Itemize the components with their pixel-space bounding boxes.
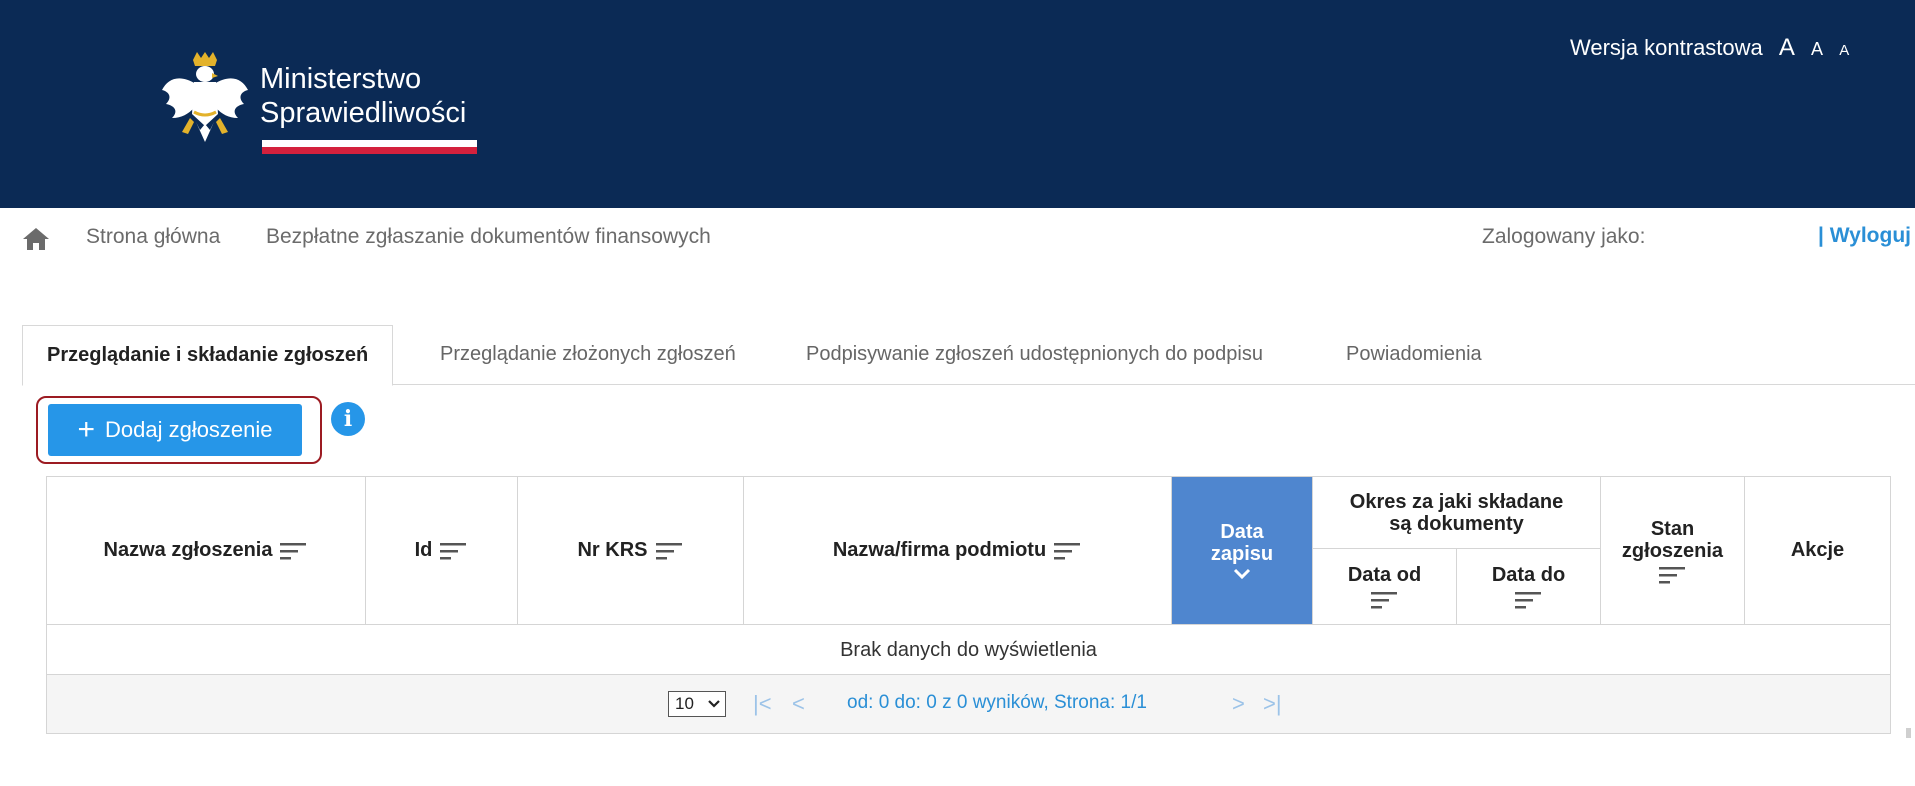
column-header-name[interactable]: Nazwa zgłoszenia	[47, 477, 366, 625]
column-header-save-date[interactable]: Data zapisu	[1172, 477, 1313, 625]
sort-icon[interactable]	[1370, 591, 1399, 609]
logo-line-ministerstwo: Ministerstwo	[260, 63, 422, 95]
chevron-down-icon	[708, 700, 720, 708]
tab-submitted[interactable]: Przeglądanie złożonych zgłoszeń	[416, 325, 760, 385]
column-header-state-line2: zgłoszenia	[1621, 539, 1724, 562]
column-header-date-to[interactable]: Data do	[1457, 549, 1601, 625]
polish-eagle-icon	[162, 52, 248, 142]
sort-icon[interactable]	[655, 542, 684, 560]
submissions-table: Nazwa zgłoszenia Id Nr KRS Nazwa/firma p…	[46, 476, 1891, 734]
first-page-icon[interactable]: |<	[753, 693, 772, 715]
logged-as-label: Zalogowany jako:	[1482, 225, 1646, 248]
font-size-small-button[interactable]: A	[1839, 42, 1849, 59]
column-header-save-date-line1: Data	[1220, 520, 1264, 543]
font-size-medium-button[interactable]: A	[1811, 39, 1823, 59]
logout-link[interactable]: | Wyloguj	[1818, 224, 1911, 248]
column-group-period-label: Okres za jaki składane są dokumenty	[1349, 490, 1564, 535]
empty-table-message: Brak danych do wyświetlenia	[47, 625, 1890, 675]
column-header-date-from-label: Data od	[1347, 564, 1422, 586]
add-submission-button[interactable]: + Dodaj zgłoszenie	[48, 404, 302, 456]
home-icon[interactable]	[22, 227, 50, 251]
column-header-name-label: Nazwa zgłoszenia	[103, 539, 273, 561]
column-header-krs-label: Nr KRS	[577, 539, 648, 561]
add-submission-label: Dodaj zgłoszenie	[104, 417, 273, 442]
prev-page-icon[interactable]: <	[792, 693, 805, 715]
flag-stripe	[262, 140, 477, 154]
sort-icon[interactable]	[440, 542, 468, 560]
sort-icon[interactable]	[280, 542, 308, 560]
column-header-company[interactable]: Nazwa/firma podmiotu	[744, 477, 1172, 625]
column-header-actions-label: Akcje	[1790, 539, 1845, 561]
sort-icon[interactable]	[1658, 566, 1687, 584]
breadcrumb-home-link[interactable]: Strona główna	[86, 225, 220, 249]
plus-icon: +	[77, 413, 95, 446]
pager-summary: od: 0 do: 0 z 0 wyników, Strona: 1/1	[847, 692, 1147, 713]
tab-signing[interactable]: Podpisywanie zgłoszeń udostępnionych do …	[782, 325, 1287, 385]
column-header-state-line1: Stan	[1650, 517, 1695, 540]
column-header-id-label: Id	[414, 539, 433, 561]
column-header-company-label: Nazwa/firma podmiotu	[832, 539, 1047, 561]
logo-text: Ministerstwo Sprawiedliwości	[260, 62, 466, 130]
last-page-icon[interactable]: >|	[1263, 693, 1282, 715]
column-group-period: Okres za jaki składane są dokumenty	[1313, 477, 1601, 549]
page-size-select[interactable]: 10	[668, 691, 726, 717]
page-size-value: 10	[675, 694, 694, 713]
site-header: Ministerstwo Sprawiedliwości Wersja kont…	[0, 0, 1915, 208]
contrast-version-link[interactable]: Wersja kontrastowa	[1570, 35, 1763, 60]
tab-bar: Przeglądanie i składanie zgłoszeń Przegl…	[22, 325, 1915, 386]
column-header-id[interactable]: Id	[366, 477, 518, 625]
table-pager: 10 |< < od: 0 do: 0 z 0 wyników, Strona:…	[47, 675, 1890, 733]
tab-notifications[interactable]: Powiadomienia	[1322, 325, 1506, 385]
info-icon[interactable]: i	[331, 402, 365, 436]
column-header-krs[interactable]: Nr KRS	[518, 477, 744, 625]
font-size-large-button[interactable]: A	[1779, 34, 1795, 61]
next-page-icon[interactable]: >	[1232, 693, 1245, 715]
column-header-actions: Akcje	[1745, 477, 1890, 625]
accessibility-controls: Wersja kontrastowa A A A	[1570, 34, 1849, 62]
column-header-state[interactable]: Stan zgłoszenia	[1601, 477, 1745, 625]
breadcrumb-current: Bezpłatne zgłaszanie dokumentów finansow…	[266, 225, 711, 248]
tab-browse-submit[interactable]: Przeglądanie i składanie zgłoszeń	[22, 325, 394, 386]
column-header-date-to-label: Data do	[1491, 564, 1566, 586]
column-header-date-from[interactable]: Data od	[1313, 549, 1457, 625]
sort-icon[interactable]	[1514, 591, 1543, 609]
scrollbar-fragment	[1906, 728, 1911, 738]
sort-icon[interactable]	[1054, 542, 1082, 560]
add-button-highlight: + Dodaj zgłoszenie	[36, 396, 322, 464]
logo-line-sprawiedliwosci: Sprawiedliwości	[260, 97, 467, 129]
column-header-save-date-line2: zapisu	[1210, 542, 1274, 565]
chevron-down-icon[interactable]	[1232, 567, 1252, 581]
